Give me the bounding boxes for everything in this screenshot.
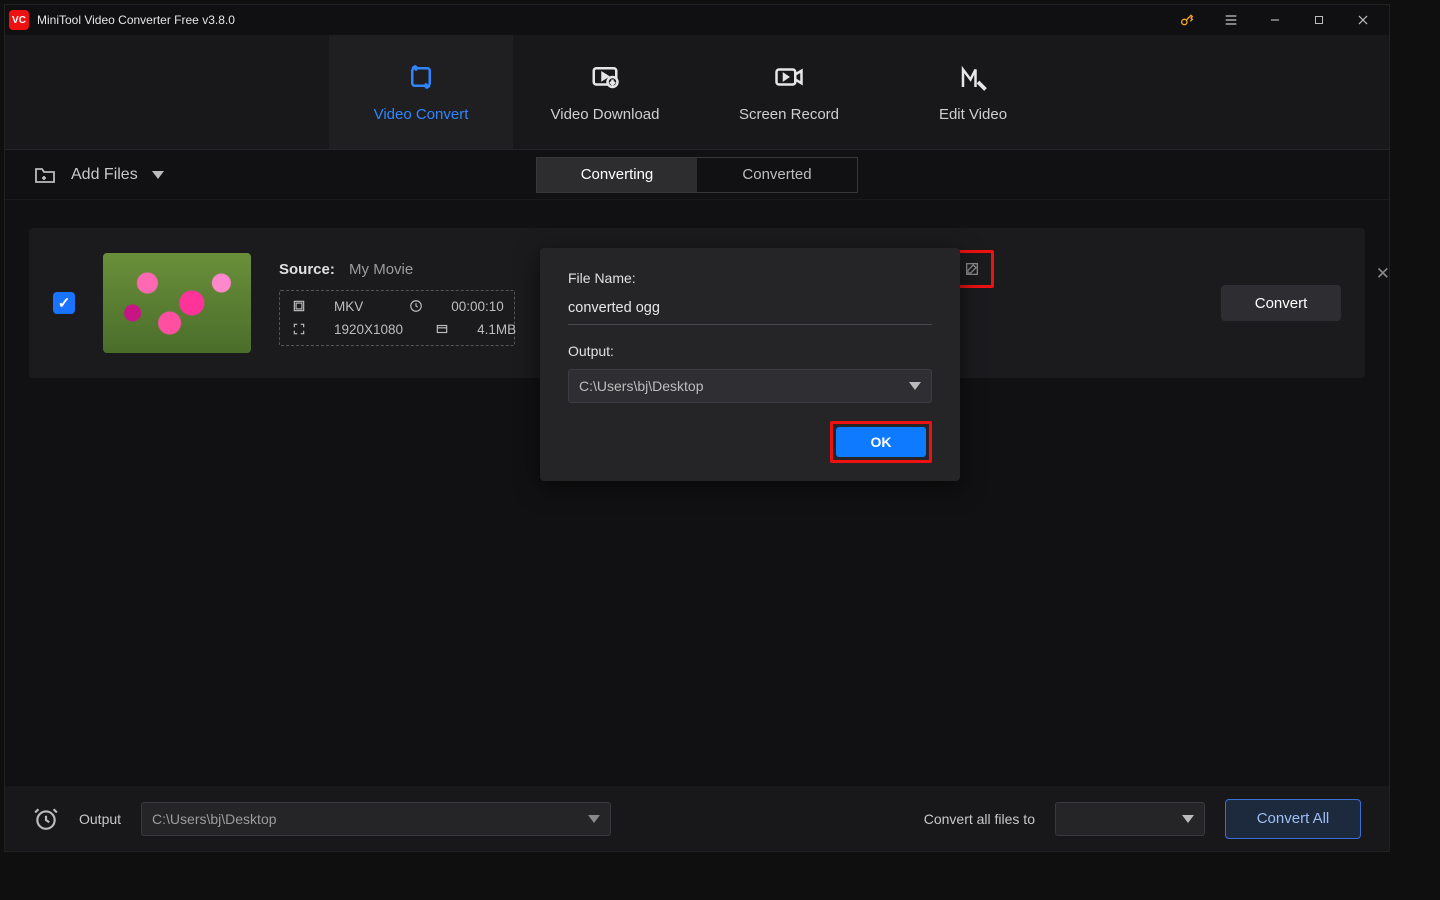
add-files-label: Add Files	[71, 166, 138, 184]
convert-state-toggle: Converting Converted	[536, 157, 858, 193]
tab-edit-video[interactable]: Edit Video	[881, 35, 1065, 149]
tab-video-convert[interactable]: Video Convert	[329, 35, 513, 149]
file-meta: Source: My Movie MKV 00:00:10 1920X1080	[279, 261, 515, 346]
main-tabs: Video Convert Video Download Screen Reco…	[5, 35, 1389, 150]
close-button[interactable]	[1341, 5, 1385, 35]
chevron-down-icon	[909, 382, 921, 390]
menu-icon[interactable]	[1209, 5, 1253, 35]
filename-input[interactable]	[568, 296, 932, 325]
tab-label: Edit Video	[939, 106, 1007, 123]
title-bar: VC MiniTool Video Converter Free v3.8.0	[5, 5, 1389, 35]
tab-converted[interactable]: Converted	[697, 158, 857, 192]
output-path-dropdown[interactable]: C:\Users\bj\Desktop	[568, 369, 932, 403]
chevron-down-icon	[152, 171, 164, 179]
chevron-down-icon	[588, 815, 600, 823]
resolution-icon	[292, 322, 306, 337]
file-checkbox[interactable]: ✓	[53, 292, 75, 314]
card-close-icon[interactable]: ✕	[1376, 264, 1390, 284]
app-title: MiniTool Video Converter Free v3.8.0	[37, 13, 235, 27]
filesize-icon	[435, 322, 449, 337]
app-logo-icon: VC	[9, 10, 29, 30]
file-details-box: MKV 00:00:10 1920X1080 4.1MB	[279, 290, 515, 346]
ok-button[interactable]: OK	[836, 427, 926, 457]
tab-video-download[interactable]: Video Download	[513, 35, 697, 149]
output-path-value: C:\Users\bj\Desktop	[579, 378, 703, 394]
minimize-button[interactable]	[1253, 5, 1297, 35]
source-name: My Movie	[349, 261, 413, 278]
clock-icon	[409, 299, 423, 314]
filename-label: File Name:	[568, 270, 932, 286]
ok-button-highlight: OK	[830, 421, 932, 463]
alarm-icon[interactable]	[33, 806, 59, 832]
convert-button[interactable]: Convert	[1221, 285, 1341, 321]
convert-all-button[interactable]: Convert All	[1225, 799, 1361, 839]
tab-label: Screen Record	[739, 106, 839, 123]
format-icon	[292, 299, 306, 314]
bottom-bar: Output C:\Users\bj\Desktop Convert all f…	[5, 786, 1389, 851]
file-size: 4.1MB	[477, 322, 516, 337]
file-resolution: 1920X1080	[334, 322, 403, 337]
output-label: Output	[79, 811, 121, 827]
tab-label: Video Download	[551, 106, 660, 123]
file-thumbnail[interactable]	[103, 253, 251, 353]
maximize-button[interactable]	[1297, 5, 1341, 35]
convert-to-label: Convert all files to	[924, 811, 1035, 827]
edit-icon	[964, 261, 980, 277]
tab-converting[interactable]: Converting	[537, 158, 697, 192]
key-icon[interactable]	[1165, 5, 1209, 35]
file-format: MKV	[334, 299, 363, 314]
convert-format-select[interactable]	[1055, 802, 1205, 836]
tab-screen-record[interactable]: Screen Record	[697, 35, 881, 149]
output-label: Output:	[568, 343, 932, 359]
rename-dialog: File Name: Output: C:\Users\bj\Desktop O…	[540, 248, 960, 481]
chevron-down-icon	[1182, 815, 1194, 823]
tab-label: Video Convert	[374, 106, 469, 123]
source-label: Source:	[279, 261, 335, 278]
add-files-button[interactable]: Add Files	[33, 163, 164, 187]
add-folder-icon	[33, 163, 57, 187]
sub-bar: Add Files Converting Converted	[5, 150, 1389, 200]
file-duration: 00:00:10	[451, 299, 504, 314]
output-path-select[interactable]: C:\Users\bj\Desktop	[141, 802, 611, 836]
output-path-value: C:\Users\bj\Desktop	[152, 811, 276, 827]
